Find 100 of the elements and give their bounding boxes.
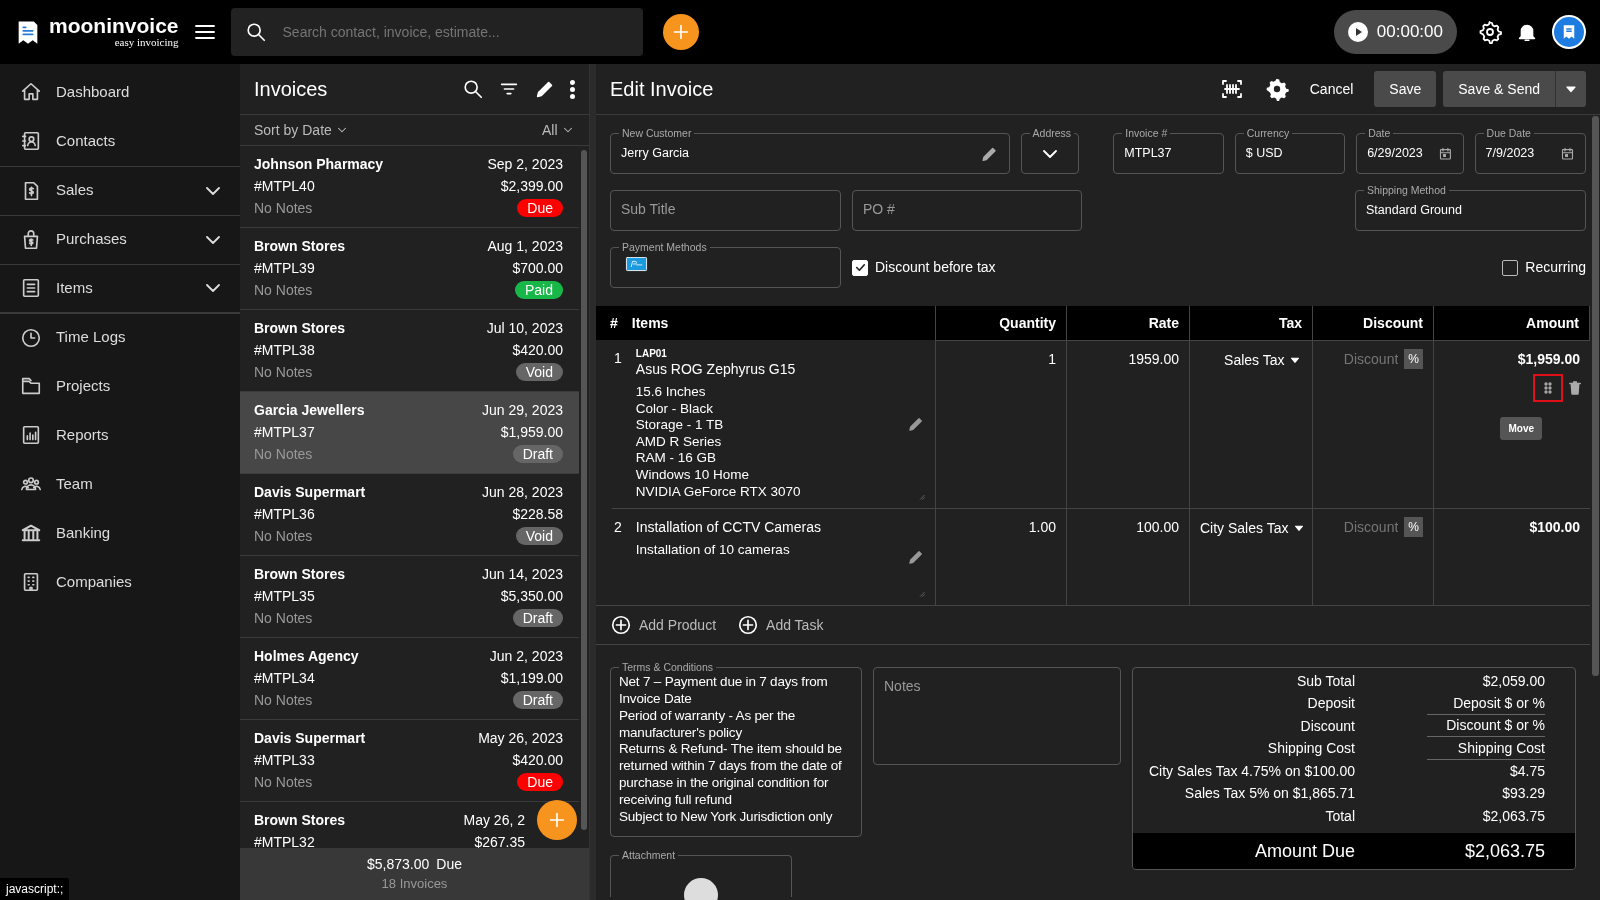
sidebar-item[interactable]: Items — [0, 263, 240, 313]
check-icon — [853, 261, 867, 274]
discount-field[interactable]: Discount — [1326, 349, 1399, 370]
tax-dropdown[interactable]: Sales Tax — [1224, 349, 1302, 371]
invoice-amount: $420.00 — [512, 341, 563, 360]
row-number: 1 — [614, 349, 622, 368]
notes-input[interactable]: Notes — [884, 678, 1110, 697]
po-field[interactable]: PO # — [852, 190, 1082, 231]
invoice-card[interactable]: Johnson Pharmacy Sep 2, 2023 #MTPL40 $2,399.00 No Notes Due — [240, 146, 579, 228]
customer-input[interactable]: Jerry Garcia — [621, 144, 980, 163]
drag-handle[interactable] — [1532, 373, 1563, 402]
summary-input[interactable]: Shipping Cost — [1427, 737, 1545, 760]
folder-icon — [20, 375, 42, 397]
invoice-number-input[interactable]: MTPL37 — [1124, 144, 1213, 163]
invoice-card[interactable]: Brown Stores Aug 1, 2023 #MTPL39 $700.00 No Notes Paid — [240, 228, 579, 310]
summary-input[interactable]: Deposit $ or % — [1427, 692, 1545, 715]
invoice-notes: No Notes — [254, 773, 313, 792]
column-header: # — [610, 313, 618, 333]
add-task-button[interactable]: Add Task — [737, 614, 824, 637]
discount-unit-toggle[interactable]: % — [1404, 349, 1423, 369]
more-button[interactable] — [570, 79, 575, 99]
timer-button[interactable]: 00:00:00 — [1333, 10, 1457, 54]
tooltip: Move — [1500, 417, 1542, 440]
summary-input[interactable]: Discount $ or % — [1427, 715, 1545, 738]
summary-label: Sales Tax 5% on $1,865.71 — [1183, 784, 1355, 804]
currency-input[interactable]: $ USD — [1245, 144, 1335, 163]
sidebar-item[interactable]: Banking — [0, 508, 240, 558]
shipping-method-input[interactable]: Standard Ground — [1366, 201, 1575, 220]
invoice-card[interactable]: Davis Supermart May 26, 2023 #MTPL33 $420.00 No Notes Due — [240, 720, 579, 802]
sidebar-item[interactable]: Dashboard — [0, 67, 240, 117]
invoice-notes: No Notes — [254, 691, 313, 710]
subtitle-input[interactable]: Sub Title — [621, 201, 830, 220]
pencil-icon — [907, 415, 925, 434]
invoice-number: #MTPL33 — [254, 751, 315, 770]
sort-dropdown[interactable]: Sort by Date — [254, 119, 350, 141]
column-header: Items — [631, 313, 669, 333]
invoice-notes: No Notes — [254, 363, 313, 382]
add-invoice-button[interactable] — [537, 800, 577, 840]
date-input[interactable]: 6/29/2023 — [1367, 144, 1438, 163]
invoice-count: 18 Invoices — [381, 875, 448, 893]
sidebar-item[interactable]: Reports — [0, 410, 240, 460]
home-icon — [20, 81, 42, 103]
settings-button[interactable] — [1478, 20, 1502, 44]
cancel-button[interactable]: Cancel — [1309, 78, 1354, 100]
due-date-input[interactable]: 7/9/2023 — [1485, 144, 1561, 163]
search-field[interactable]: Search contact, invoice, estimate... — [230, 8, 643, 56]
customer-name: Brown Stores — [254, 565, 345, 584]
tax-dropdown[interactable]: City Sales Tax — [1200, 517, 1306, 539]
sidebar-item[interactable]: Team — [0, 459, 240, 509]
po-input[interactable]: PO # — [863, 201, 1071, 220]
invoice-date: Jun 14, 2023 — [482, 565, 563, 584]
settings-button[interactable] — [1264, 77, 1289, 101]
invoice-card[interactable]: Holmes Agency Jun 2, 2023 #MTPL34 $1,199.00 No Notes Draft — [240, 638, 579, 720]
status-badge: Paid — [514, 281, 563, 299]
status-badge: Void — [515, 527, 563, 545]
scan-button[interactable] — [1219, 77, 1244, 101]
item-description: 15.6 Inches Color - Black Storage - 1 TB AMD R Series RAM - 16 GB Windows 10 Home NVIDIA GeForce RTX 3070 — [635, 384, 802, 501]
customer-name: Brown Stores — [254, 237, 345, 256]
sidebar-item[interactable]: Projects — [0, 361, 240, 411]
invoice-card[interactable]: Davis Supermart Jun 28, 2023 #MTPL36 $228.58 No Notes Void — [240, 474, 579, 556]
summary-label: Sub Total — [1295, 671, 1355, 691]
summary-value: $2,059.00 — [1482, 671, 1545, 691]
save-options-button[interactable] — [1555, 71, 1586, 107]
more-icon — [570, 79, 575, 99]
clock-icon — [20, 326, 42, 349]
customer-name: Johnson Pharmacy — [254, 155, 384, 174]
amount-value: $1,959.00 — [1517, 350, 1580, 369]
chevron-down-icon — [206, 284, 220, 292]
sidebar-item[interactable]: Companies — [0, 557, 240, 607]
invoice-date: May 26, 2023 — [478, 729, 563, 748]
notes-field[interactable]: Notes — [873, 667, 1121, 766]
invoice-card[interactable]: Garcia Jewellers Jun 29, 2023 #MTPL37 $1,959.00 No Notes Draft — [240, 392, 579, 474]
add-product-button[interactable]: Add Product — [610, 614, 717, 637]
rate-value: 100.00 — [1136, 519, 1179, 536]
rate-value: 1959.00 — [1128, 351, 1179, 367]
discount-field[interactable]: Discount — [1326, 517, 1399, 539]
save-button[interactable]: Save — [1374, 71, 1437, 107]
panel-title: Edit Invoice — [610, 77, 715, 102]
address-book-icon — [20, 130, 42, 152]
checkbox[interactable] — [1502, 259, 1519, 276]
invoice-date: Jul 10, 2023 — [486, 319, 563, 338]
add-button[interactable] — [662, 14, 699, 50]
sidebar-item[interactable]: Contacts — [0, 116, 240, 166]
search-button[interactable] — [462, 78, 484, 100]
filter-dropdown[interactable]: All — [541, 119, 575, 141]
save-send-button[interactable]: Save & Send — [1443, 71, 1555, 107]
summary-value: $93.29 — [1502, 784, 1545, 804]
invoice-amount: $700.00 — [512, 259, 563, 278]
delete-button[interactable] — [1566, 378, 1584, 397]
quantity-value: 1.00 — [1028, 519, 1056, 536]
field-label: Due Date — [1483, 126, 1534, 140]
profile-avatar[interactable] — [1552, 15, 1586, 49]
invoice-card[interactable]: Brown Stores Jun 14, 2023 #MTPL35 $5,350.00 No Notes Draft — [240, 556, 579, 638]
summary-label: Deposit — [1306, 694, 1355, 714]
amount-due-label: Amount Due — [1253, 839, 1355, 863]
invoice-date: May 26, 2 — [463, 811, 525, 830]
discount-unit-toggle[interactable]: % — [1404, 517, 1423, 538]
settings-icon — [1264, 77, 1289, 101]
subtitle-field[interactable]: Sub Title — [610, 190, 841, 231]
search-input[interactable]: Search contact, invoice, estimate... — [280, 20, 601, 44]
